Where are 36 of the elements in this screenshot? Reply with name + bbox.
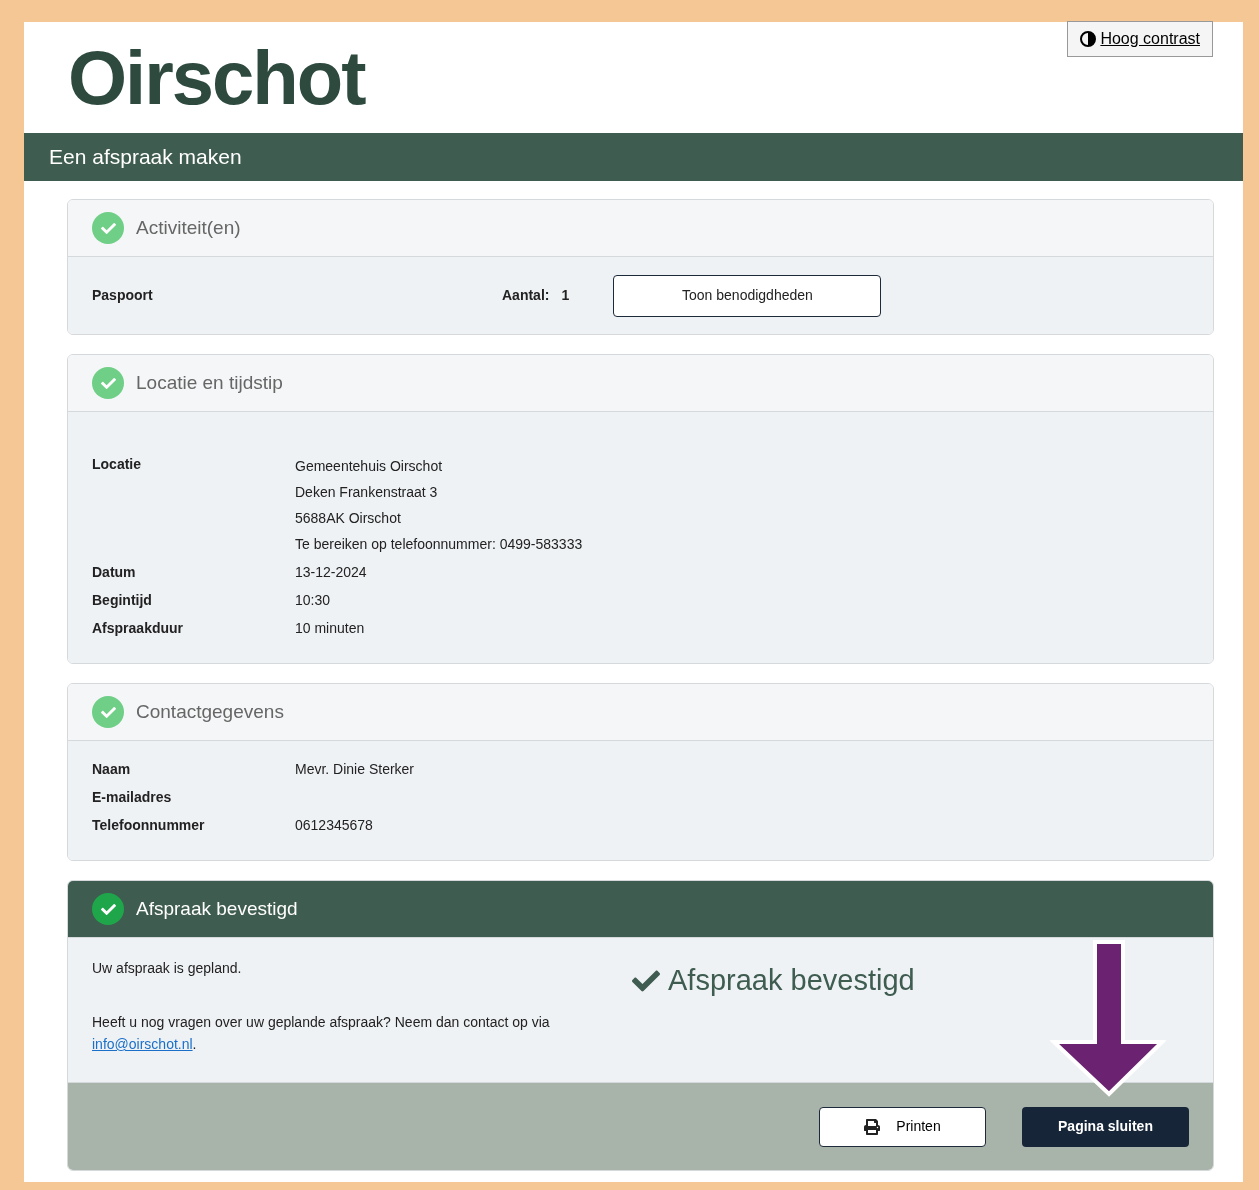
detail-value: Deken Frankenstraat 3 [295, 483, 439, 502]
detail-label: Telefoonnummer [92, 816, 206, 835]
title-bar: Een afspraak maken [24, 133, 1243, 181]
section-title: Locatie en tijdstip [136, 370, 283, 395]
detail-value: Gemeentehuis Oirschot [295, 457, 444, 476]
detail-label: Begintijd [92, 591, 153, 610]
detail-label: Afspraakduur [92, 619, 185, 638]
email-link[interactable]: info@oirschot.nl [92, 1036, 193, 1052]
detail-label: Datum [92, 563, 137, 582]
section-title: Contactgegevens [136, 699, 284, 724]
contrast-icon [1080, 31, 1097, 47]
detail-value: 13-12-2024 [295, 563, 367, 582]
detail-label: Locatie [92, 455, 142, 474]
print-button[interactable]: Printen [819, 1106, 986, 1147]
high-contrast-button[interactable]: Hoog contrast [1067, 21, 1213, 57]
contact-text: Heeft u nog vragen over uw geplande afspraak? Neem dan contact op via info@oirschot.nl. [92, 1013, 551, 1054]
detail-value: 0612345678 [295, 816, 373, 835]
detail-value: 10:30 [295, 591, 331, 610]
count-label: Aantal: [502, 286, 550, 305]
detail-value: Mevr. Dinie Sterker [295, 760, 415, 779]
status-text: Afspraak bevestigd [668, 963, 915, 999]
arrow-annotation-icon [1050, 940, 1166, 1098]
printer-icon [864, 1118, 881, 1135]
detail-value: Te bereiken op telefoonnummer: 0499-583333 [295, 535, 583, 554]
show-requirements-button[interactable]: Toon benodigdheden [613, 274, 882, 317]
activity-name: Paspoort [92, 286, 154, 305]
detail-label: E-mailadres [92, 788, 173, 807]
detail-value: 5688AK Oirschot [295, 509, 402, 528]
section-title: Afspraak bevestigd [136, 896, 298, 921]
section-title: Activiteit(en) [136, 215, 241, 240]
confirmation-message: Uw afspraak is gepland. [92, 959, 243, 978]
logo[interactable]: Oirschot [68, 40, 365, 116]
detail-label: Naam [92, 760, 132, 779]
count-value: 1 [561, 286, 571, 305]
close-page-button[interactable]: Pagina sluiten [1022, 1106, 1189, 1147]
detail-value: 10 minuten [295, 619, 365, 638]
